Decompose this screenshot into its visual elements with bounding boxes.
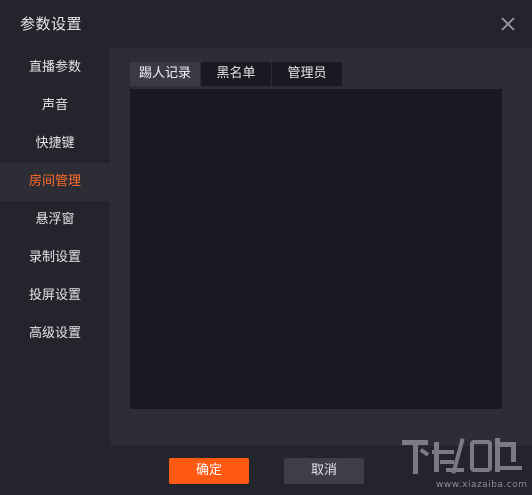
window-title: 参数设置 <box>20 15 83 33</box>
watermark-url: www.xiazaiba.com <box>436 480 528 490</box>
sidebar-nav: 直播参数 声音 快捷键 房间管理 悬浮窗 录制设置 投屏设置 高级设置 <box>0 48 110 446</box>
close-icon <box>501 17 515 31</box>
content-panel: 踢人记录 黑名单 管理员 <box>110 48 532 446</box>
sidebar-item-recording-settings[interactable]: 录制设置 <box>0 239 110 277</box>
sidebar-item-hotkeys[interactable]: 快捷键 <box>0 125 110 163</box>
title-bar: 参数设置 <box>0 0 532 48</box>
tab-blacklist[interactable]: 黑名单 <box>201 62 271 86</box>
sidebar-item-sound[interactable]: 声音 <box>0 87 110 125</box>
xiazaiba-logo-icon <box>402 438 522 474</box>
cancel-button[interactable]: 取消 <box>284 458 364 484</box>
close-button[interactable] <box>496 12 520 36</box>
tab-kick-records[interactable]: 踢人记录 <box>130 62 200 86</box>
sidebar-item-live-params[interactable]: 直播参数 <box>0 49 110 87</box>
watermark: www.xiazaiba.com <box>400 430 528 492</box>
kick-records-list <box>130 89 502 409</box>
tab-administrators[interactable]: 管理员 <box>272 62 342 86</box>
sidebar-item-advanced-settings[interactable]: 高级设置 <box>0 315 110 353</box>
sidebar-item-cast-settings[interactable]: 投屏设置 <box>0 277 110 315</box>
confirm-button[interactable]: 确定 <box>169 458 249 484</box>
sidebar-item-room-management[interactable]: 房间管理 <box>0 163 110 201</box>
sidebar-item-floating-window[interactable]: 悬浮窗 <box>0 201 110 239</box>
